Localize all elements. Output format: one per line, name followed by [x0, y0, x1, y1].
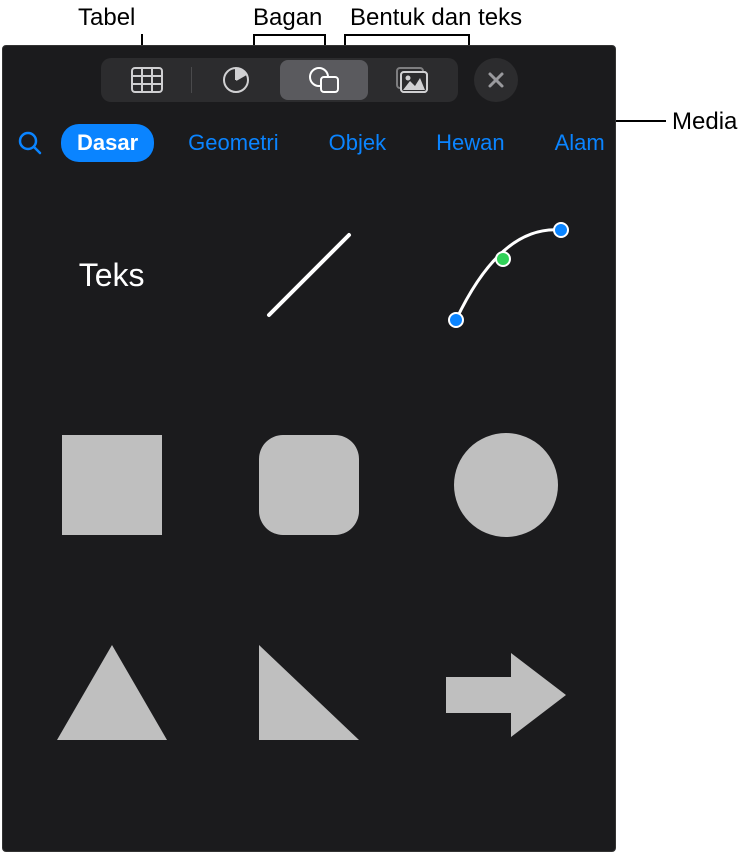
- search-icon: [17, 130, 43, 156]
- shape-triangle[interactable]: [37, 620, 187, 770]
- tab-bentuk-teks[interactable]: [280, 60, 368, 100]
- category-row: Dasar Geometri Objek Hewan Alam: [3, 114, 615, 180]
- circle-icon: [451, 430, 561, 540]
- shape-curve[interactable]: [431, 200, 581, 350]
- callout-bentuk-teks: Bentuk dan teks: [350, 4, 522, 32]
- callout-line: [253, 34, 326, 36]
- close-icon: [487, 71, 505, 89]
- callout-bagan: Bagan: [253, 4, 322, 32]
- search-button[interactable]: [17, 130, 43, 156]
- shape-circle[interactable]: [431, 410, 581, 560]
- curve-icon: [441, 215, 571, 335]
- shape-arrow-right[interactable]: [431, 620, 581, 770]
- callout-line: [344, 34, 469, 36]
- category-dasar[interactable]: Dasar: [61, 124, 154, 162]
- insert-segmented-control: [101, 58, 458, 102]
- shape-rounded-square[interactable]: [234, 410, 384, 560]
- shapes-panel: Dasar Geometri Objek Hewan Alam Teks: [2, 45, 616, 852]
- shapes-grid: Teks: [3, 180, 615, 790]
- tab-tabel[interactable]: [103, 60, 191, 100]
- shapes-icon: [308, 66, 340, 94]
- square-icon: [57, 430, 167, 540]
- text-shape-label: Teks: [79, 257, 145, 294]
- triangle-icon: [52, 640, 172, 750]
- callout-tabel: Tabel: [78, 4, 135, 32]
- category-hewan[interactable]: Hewan: [420, 124, 520, 162]
- media-icon: [395, 66, 429, 94]
- right-triangle-icon: [254, 640, 364, 750]
- close-button[interactable]: [474, 58, 518, 102]
- chart-icon: [222, 66, 250, 94]
- category-objek[interactable]: Objek: [313, 124, 402, 162]
- shape-line[interactable]: [234, 200, 384, 350]
- shape-square[interactable]: [37, 410, 187, 560]
- table-icon: [131, 67, 163, 93]
- shape-text[interactable]: Teks: [37, 200, 187, 350]
- category-geometri[interactable]: Geometri: [172, 124, 294, 162]
- shape-right-triangle[interactable]: [234, 620, 384, 770]
- tab-bagan[interactable]: [192, 60, 280, 100]
- rounded-square-icon: [254, 430, 364, 540]
- arrow-right-icon: [441, 645, 571, 745]
- toolbar: [3, 46, 615, 114]
- callout-media: Media: [672, 108, 737, 136]
- tab-media[interactable]: [368, 60, 456, 100]
- category-alam[interactable]: Alam: [539, 124, 616, 162]
- line-icon: [254, 220, 364, 330]
